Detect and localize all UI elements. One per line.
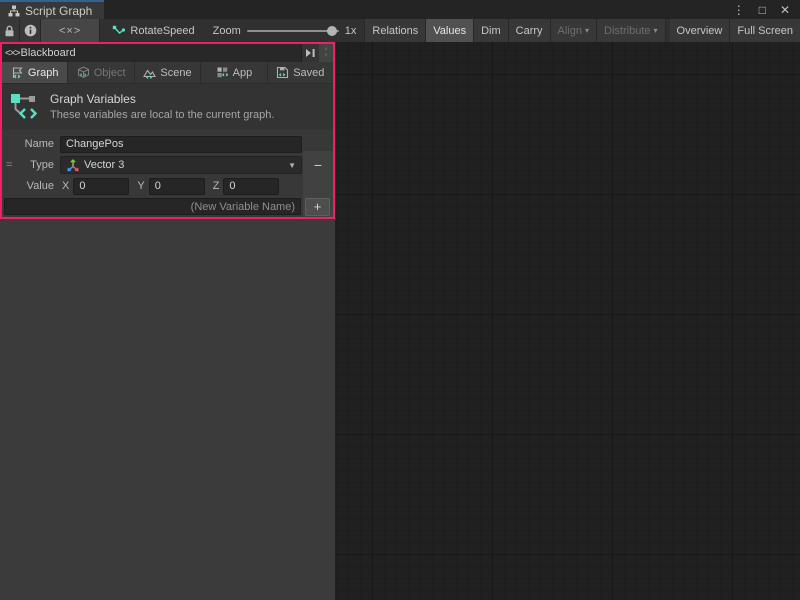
tab-object[interactable]: Object (68, 62, 134, 83)
graph-toolbar: <×> RotateSpeed Zoom 1x Relations Values (0, 19, 800, 42)
graph-pointer-badge[interactable]: <×> (41, 19, 101, 42)
zoom-slider[interactable] (247, 30, 339, 32)
align-button: Align ▾ (551, 19, 597, 42)
close-icon[interactable]: ✕ (780, 4, 790, 16)
cube-icon (77, 66, 90, 79)
dropdown-caret-icon: ▼ (288, 161, 296, 170)
script-graph-window: Script Graph ⋮ □ ✕ <×> (0, 0, 800, 600)
graph-canvas[interactable] (335, 42, 800, 600)
dock-panel-button[interactable] (301, 44, 319, 62)
scene-icon (143, 66, 156, 79)
lock-button[interactable] (0, 19, 20, 42)
variables-badge-icon: <×> (5, 48, 20, 59)
tab-scene[interactable]: Scene (135, 62, 201, 83)
section-title: Graph Variables (50, 92, 274, 106)
lock-icon (4, 25, 15, 37)
relations-button[interactable]: Relations (365, 19, 426, 42)
blackboard-header-actions: ▲ ▼ (301, 44, 333, 62)
variable-name-row: Name (2, 134, 333, 154)
new-variable-row: + (2, 197, 333, 217)
type-label: Type (2, 159, 60, 171)
toolbar-button-group: Relations Values Dim Carry Align ▾ Distr… (365, 19, 800, 42)
dock-icon (305, 48, 316, 58)
values-button[interactable]: Values (426, 19, 474, 42)
app-grid-icon (216, 66, 229, 79)
sidebar-panel: <×> Blackboard ▲ ▼ (0, 42, 335, 600)
full-screen-label: Full Screen (737, 25, 793, 37)
tab-script-graph[interactable]: Script Graph (0, 0, 104, 19)
variable-type-row: Type Vector 3 ▼ (2, 155, 333, 175)
blackboard-panel: <×> Blackboard ▲ ▼ (0, 42, 335, 219)
variable-value-row: Value X Y Z (2, 176, 333, 196)
full-screen-button[interactable]: Full Screen (730, 19, 800, 42)
tab-graph[interactable]: Graph (2, 62, 68, 83)
graph-variables-header: Graph Variables These variables are loca… (2, 84, 333, 130)
scroll-up-icon[interactable]: ▲ (323, 46, 329, 53)
axis-z-label: Z (213, 180, 220, 192)
tab-object-label: Object (94, 67, 126, 79)
name-label: Name (2, 138, 60, 150)
new-variable-input[interactable] (4, 198, 301, 215)
tab-app-label: App (233, 67, 253, 79)
add-variable-button[interactable]: + (305, 198, 330, 216)
variable-scope-tabs: Graph Object Scene (2, 62, 333, 84)
window-menu-icon[interactable]: ⋮ (733, 4, 745, 16)
value-label: Value (2, 180, 60, 192)
window-controls: ⋮ □ ✕ (733, 0, 800, 19)
graph-node-icon (112, 25, 125, 37)
blackboard-header[interactable]: <×> Blackboard ▲ ▼ (2, 44, 333, 62)
section-subtitle: These variables are local to the current… (50, 109, 274, 121)
blackboard-title: Blackboard (21, 47, 76, 59)
info-icon (24, 24, 37, 37)
tab-saved-label: Saved (293, 67, 324, 79)
dim-label: Dim (481, 25, 501, 37)
script-graph-icon (8, 5, 20, 17)
relations-label: Relations (372, 25, 418, 37)
zoom-control: Zoom 1x (205, 19, 366, 42)
variables-list: = − Name Type (2, 130, 333, 217)
scroll-down-icon[interactable]: ▼ (323, 53, 329, 60)
axis-y-input[interactable] (149, 178, 205, 195)
zoom-label: Zoom (213, 25, 241, 37)
window-tab-bar: Script Graph ⋮ □ ✕ (0, 0, 800, 19)
axis-x-input[interactable] (73, 178, 129, 195)
info-button[interactable] (20, 19, 40, 42)
main-area: <×> Blackboard ▲ ▼ (0, 42, 800, 600)
maximize-icon[interactable]: □ (759, 4, 766, 16)
distribute-label: Distribute (604, 25, 650, 37)
floppy-save-icon (276, 66, 289, 79)
variable-name-input[interactable] (60, 136, 302, 153)
type-dropdown[interactable]: Vector 3 ▼ (60, 156, 302, 174)
carry-button[interactable]: Carry (509, 19, 551, 42)
chevron-down-icon: ▾ (654, 26, 658, 35)
panel-scroll-arrows: ▲ ▼ (319, 44, 333, 62)
chevron-down-icon: ▾ (585, 26, 589, 35)
axis-x-label: X (62, 180, 69, 192)
tab-graph-label: Graph (28, 67, 59, 79)
overview-button[interactable]: Overview (670, 19, 731, 42)
carry-label: Carry (516, 25, 543, 37)
dim-button[interactable]: Dim (474, 19, 509, 42)
tab-title: Script Graph (25, 4, 92, 18)
vector3-icon (66, 158, 80, 172)
current-graph-indicator[interactable]: RotateSpeed (100, 19, 204, 42)
graph-variables-text: Graph Variables These variables are loca… (50, 92, 274, 121)
distribute-button: Distribute ▾ (597, 19, 665, 42)
tab-scene-label: Scene (160, 67, 191, 79)
overview-label: Overview (677, 25, 723, 37)
current-graph-name: RotateSpeed (130, 25, 194, 37)
graph-variables-icon (9, 90, 41, 122)
values-label: Values (433, 25, 466, 37)
axis-y-label: Y (137, 180, 144, 192)
tab-saved[interactable]: Saved (268, 62, 333, 83)
axis-z-input[interactable] (223, 178, 279, 195)
zoom-value: 1x (345, 25, 357, 37)
graph-flag-icon (11, 66, 24, 79)
align-label: Align (558, 25, 582, 37)
zoom-slider-handle[interactable] (327, 26, 337, 36)
tab-app[interactable]: App (201, 62, 267, 83)
type-value: Vector 3 (84, 159, 284, 171)
